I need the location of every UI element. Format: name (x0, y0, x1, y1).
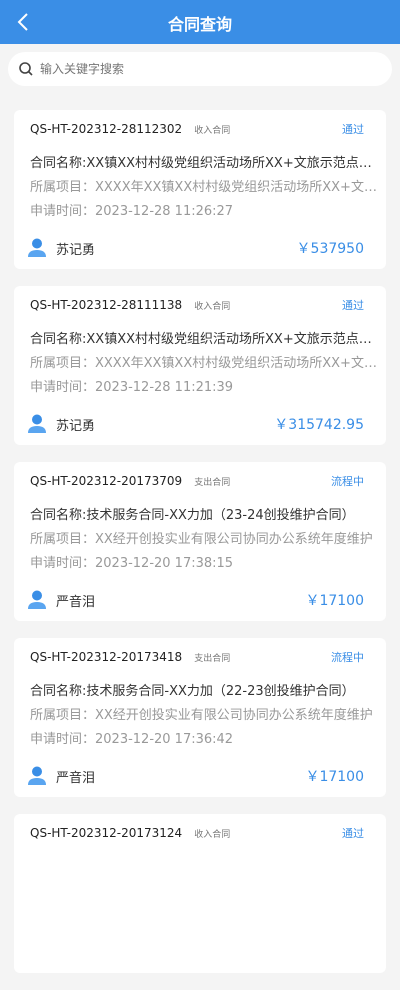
contract-code: QS-HT-202312-20173418 (30, 650, 183, 664)
applicant-name: 苏记勇 (56, 242, 96, 258)
contract-amount: ￥537950 (296, 241, 364, 257)
contract-name: 合同名称:XX镇XX村村级党组织活动场所XX+文旅示范点建设项目 (30, 332, 378, 347)
contract-card[interactable]: QS-HT-202312-20173709 支出合同 流程中 合同名称:技术服务… (14, 462, 386, 621)
status-badge: 流程中 (331, 475, 364, 488)
contract-card[interactable]: QS-HT-202312-20173418 支出合同 流程中 合同名称:技术服务… (14, 638, 386, 797)
contract-name: 合同名称:技术服务合同-XX力加（23-24创投维护合同） (30, 508, 355, 523)
contract-project: 所属项目：XX经开创投实业有限公司协同办公系统年度维护 (30, 532, 373, 547)
contract-card[interactable]: QS-HT-202312-20173124 收入合同 通过 (14, 814, 386, 973)
contract-type: 收入合同 (194, 829, 231, 840)
apply-time: 申请时间：2023-12-20 17:36:42 (30, 732, 234, 747)
contract-code: QS-HT-202312-20173709 (30, 474, 183, 488)
contract-type: 支出合同 (194, 477, 231, 488)
contract-list: QS-HT-202312-28112302 收入合同 通过 合同名称:XX镇XX… (14, 110, 386, 990)
applicant-name: 苏记勇 (56, 418, 96, 434)
contract-project: 所属项目：XX经开创投实业有限公司协同办公系统年度维护 (30, 708, 373, 723)
contract-amount: ￥17100 (305, 769, 364, 785)
status-badge: 通过 (342, 299, 364, 312)
user-avatar-icon (28, 414, 46, 433)
app-header: 合同查询 (0, 0, 400, 44)
contract-code: QS-HT-202312-20173124 (30, 826, 183, 840)
status-badge: 流程中 (331, 651, 364, 664)
contract-amount: ￥17100 (305, 593, 364, 609)
contract-name: 合同名称:XX镇XX村村级党组织活动场所XX+文旅示范点建设项目 (30, 156, 378, 171)
apply-time: 申请时间：2023-12-20 17:38:15 (30, 556, 234, 571)
apply-time: 申请时间：2023-12-28 11:26:27 (30, 204, 234, 219)
search-bar[interactable] (8, 52, 392, 86)
user-avatar-icon (28, 238, 46, 257)
contract-amount: ￥315742.95 (274, 417, 364, 433)
apply-time: 申请时间：2023-12-28 11:21:39 (30, 380, 234, 395)
contract-type: 支出合同 (194, 653, 231, 664)
contract-type: 收入合同 (194, 125, 231, 136)
contract-name: 合同名称:技术服务合同-XX力加（22-23创投维护合同） (30, 684, 355, 699)
applicant-name: 严音泪 (56, 770, 96, 786)
contract-type: 收入合同 (194, 301, 231, 312)
status-badge: 通过 (342, 123, 364, 136)
contract-code: QS-HT-202312-28112302 (30, 122, 183, 136)
contract-card[interactable]: QS-HT-202312-28112302 收入合同 通过 合同名称:XX镇XX… (14, 110, 386, 269)
applicant-name: 严音泪 (56, 594, 96, 610)
contract-code: QS-HT-202312-28111138 (30, 298, 183, 312)
status-badge: 通过 (342, 827, 364, 840)
search-input[interactable] (40, 62, 392, 76)
user-avatar-icon (28, 590, 46, 609)
contract-project: 所属项目：XXXX年XX镇XX村村级党组织活动场所XX+文旅示范点 (30, 180, 378, 195)
search-icon (19, 62, 33, 76)
page-title: 合同查询 (167, 15, 232, 34)
user-avatar-icon (28, 766, 46, 785)
contract-project: 所属项目：XXXX年XX镇XX村村级党组织活动场所XX+文旅示范点 (30, 356, 378, 371)
contract-card[interactable]: QS-HT-202312-28111138 收入合同 通过 合同名称:XX镇XX… (14, 286, 386, 445)
